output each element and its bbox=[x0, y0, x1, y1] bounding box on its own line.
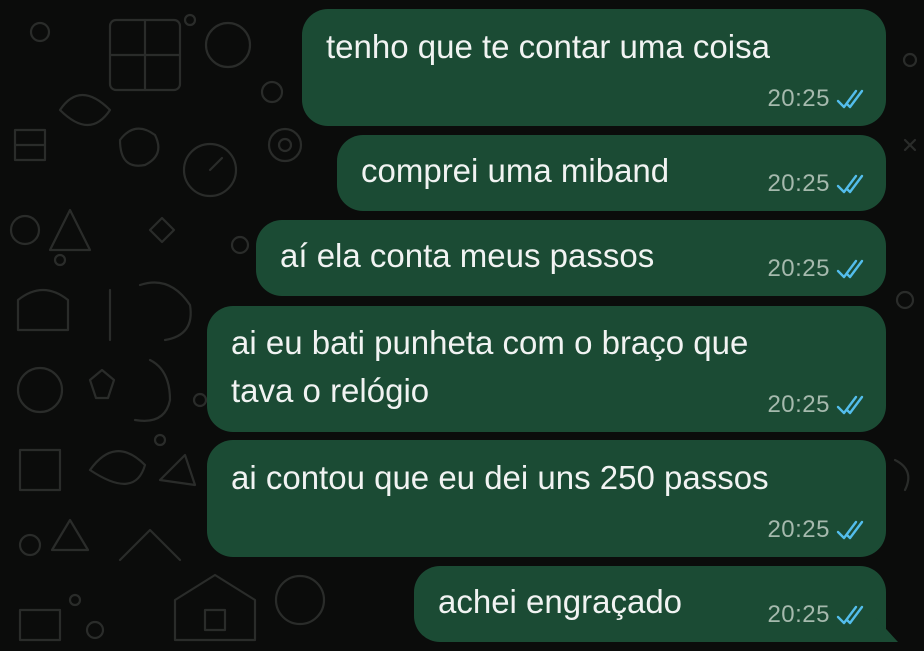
double-check-icon bbox=[836, 174, 864, 194]
message-bubble[interactable]: ai eu bati punheta com o braço que tava … bbox=[207, 306, 886, 432]
message-text: aí ela conta meus passos bbox=[280, 237, 655, 274]
bubble-tail bbox=[876, 618, 898, 642]
message-time: 20:25 bbox=[767, 391, 830, 418]
message-text: comprei uma miband bbox=[361, 152, 670, 189]
message-bubble[interactable]: aí ela conta meus passos 20:25 bbox=[256, 220, 886, 296]
message-meta: 20:25 bbox=[767, 170, 864, 198]
message-meta: 20:25 bbox=[767, 255, 864, 283]
message-time: 20:25 bbox=[767, 601, 830, 628]
message-meta: 20:25 bbox=[767, 516, 864, 544]
message-meta: 20:25 bbox=[767, 391, 864, 419]
message-time: 20:25 bbox=[767, 255, 830, 282]
message-time: 20:25 bbox=[767, 85, 830, 112]
message-text: achei engraçado bbox=[438, 583, 683, 620]
double-check-icon bbox=[836, 89, 864, 109]
message-bubble[interactable]: comprei uma miband 20:25 bbox=[337, 135, 886, 211]
double-check-icon bbox=[836, 605, 864, 625]
message-meta: 20:25 bbox=[767, 85, 864, 113]
message-time: 20:25 bbox=[767, 170, 830, 197]
double-check-icon bbox=[836, 395, 864, 415]
chat-view[interactable]: tenho que te contar uma coisa 20:25 comp… bbox=[0, 0, 924, 651]
message-meta: 20:25 bbox=[767, 601, 864, 629]
message-text: ai contou que eu dei uns 250 passos bbox=[231, 459, 769, 496]
double-check-icon bbox=[836, 520, 864, 540]
double-check-icon bbox=[836, 259, 864, 279]
message-time: 20:25 bbox=[767, 516, 830, 543]
message-bubble[interactable]: tenho que te contar uma coisa 20:25 bbox=[302, 9, 886, 126]
message-text-line-2: tava o relógio bbox=[231, 372, 430, 409]
message-bubble[interactable]: ai contou que eu dei uns 250 passos 20:2… bbox=[207, 440, 886, 557]
message-text: tenho que te contar uma coisa bbox=[326, 28, 770, 65]
message-text-line-1: ai eu bati punheta com o braço que bbox=[231, 324, 749, 361]
message-bubble[interactable]: achei engraçado 20:25 bbox=[414, 566, 886, 642]
